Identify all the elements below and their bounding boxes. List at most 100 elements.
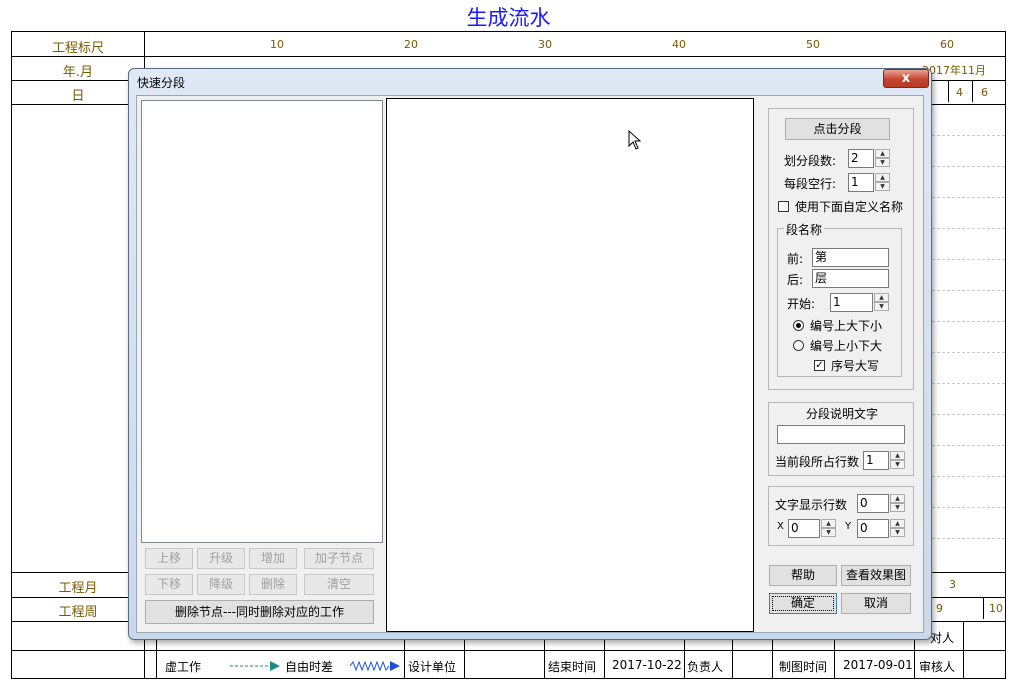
- wavy-arrow-icon: [350, 660, 400, 672]
- grid-line: [932, 445, 1005, 446]
- name-group-legend: 段名称: [784, 221, 825, 238]
- count-value[interactable]: 2: [848, 149, 874, 168]
- rows-occupied-value[interactable]: 1: [863, 451, 889, 470]
- promote-button[interactable]: 升级: [197, 548, 245, 569]
- row-divider: [12, 56, 1005, 57]
- day-divider: [972, 80, 973, 102]
- blank-rows-value[interactable]: 1: [848, 173, 874, 192]
- day-cell: 6: [981, 86, 988, 99]
- row-divider: [12, 650, 1005, 651]
- delete-node-button[interactable]: 删除节点---同时删除对应的工作: [145, 600, 374, 624]
- radio-small-big[interactable]: [793, 340, 804, 351]
- split-button[interactable]: 点击分段: [785, 118, 890, 140]
- grid-line: [932, 166, 1005, 167]
- page-title: 生成流水: [466, 6, 551, 30]
- scale-tick: 50: [806, 38, 820, 51]
- grid-line: [932, 507, 1005, 508]
- rows-occupied-spinner[interactable]: 1 ▲ ▼: [863, 451, 905, 470]
- quick-segment-dialog: 快速分段 x 上移 升级 增加 加子节点 下移 降级 删除 清空 删除节点---…: [128, 68, 932, 640]
- move-up-button[interactable]: 上移: [145, 548, 193, 569]
- spin-up-icon[interactable]: ▲: [890, 519, 905, 528]
- row-label-eng-week: 工程周: [58, 605, 98, 620]
- suffix-input[interactable]: 层: [812, 269, 889, 288]
- prefix-input[interactable]: 第: [812, 248, 889, 267]
- approver-label: 对人: [930, 631, 955, 645]
- clear-button[interactable]: 清空: [304, 574, 374, 595]
- spin-up-icon[interactable]: ▲: [890, 494, 905, 503]
- display-rows-spinner[interactable]: 0 ▲ ▼: [857, 494, 905, 513]
- mouse-cursor-icon: [628, 130, 642, 150]
- row-label-day: 日: [71, 89, 85, 104]
- grid-line: [932, 290, 1005, 291]
- grid-line: [932, 197, 1005, 198]
- radio-small-big-label: 编号上小下大: [810, 339, 883, 353]
- cancel-button[interactable]: 取消: [841, 593, 911, 614]
- preview-grid[interactable]: [386, 98, 754, 632]
- use-custom-name-label: 使用下面自定义名称: [795, 200, 904, 214]
- spin-up-icon[interactable]: ▲: [890, 451, 905, 460]
- uppercase-checkbox[interactable]: ✓: [814, 360, 825, 371]
- y-label: Y: [845, 521, 852, 532]
- grid-line: [932, 414, 1005, 415]
- spin-down-icon[interactable]: ▼: [890, 503, 905, 512]
- blank-rows-spinner[interactable]: 1 ▲ ▼: [848, 173, 890, 192]
- blank-rows-label: 每段空行:: [784, 177, 837, 191]
- end-time-label: 结束时间: [548, 660, 597, 674]
- segment-tree[interactable]: [141, 100, 383, 543]
- grid-line: [932, 135, 1005, 136]
- uppercase-label: 序号大写: [831, 359, 880, 373]
- add-child-button[interactable]: 加子节点: [304, 548, 374, 569]
- spin-down-icon[interactable]: ▼: [875, 158, 890, 167]
- row-label-scale: 工程标尺: [51, 41, 104, 56]
- use-custom-name-checkbox[interactable]: [778, 201, 789, 212]
- eng-month-value: 3: [949, 578, 956, 591]
- spin-up-icon[interactable]: ▲: [874, 293, 889, 302]
- rows-occupied-label: 当前段所占行数: [775, 455, 860, 469]
- eng-week-value: 10: [989, 602, 1003, 615]
- day-cell: 4: [956, 86, 963, 99]
- spin-down-icon[interactable]: ▼: [890, 528, 905, 537]
- spin-down-icon[interactable]: ▼: [821, 528, 836, 537]
- responsible-label: 负责人: [687, 660, 724, 674]
- drawing-time-label: 制图时间: [779, 660, 828, 674]
- start-label: 开始:: [787, 297, 816, 311]
- add-button[interactable]: 增加: [249, 548, 297, 569]
- count-spinner[interactable]: 2 ▲ ▼: [848, 149, 890, 168]
- radio-big-small-label: 编号上大下小: [810, 319, 883, 333]
- ok-button[interactable]: 确定: [769, 593, 837, 614]
- start-spinner[interactable]: 1 ▲ ▼: [830, 293, 889, 312]
- dialog-title: 快速分段: [137, 76, 186, 90]
- y-value[interactable]: 0: [857, 519, 889, 538]
- demote-button[interactable]: 降级: [197, 574, 245, 595]
- x-spinner[interactable]: 0 ▲ ▼: [788, 519, 836, 538]
- design-unit-label: 设计单位: [408, 660, 457, 674]
- spin-up-icon[interactable]: ▲: [875, 149, 890, 158]
- spin-down-icon[interactable]: ▼: [890, 460, 905, 469]
- close-button[interactable]: x: [883, 69, 929, 88]
- grid-line: [932, 259, 1005, 260]
- start-value[interactable]: 1: [830, 293, 873, 312]
- scale-tick: 10: [270, 38, 284, 51]
- preview-button[interactable]: 查看效果图: [841, 565, 911, 586]
- x-value[interactable]: 0: [788, 519, 820, 538]
- grid-line: [932, 538, 1005, 539]
- y-spinner[interactable]: 0 ▲ ▼: [857, 519, 905, 538]
- spin-down-icon[interactable]: ▼: [874, 302, 889, 311]
- row-label-year-month: 年.月: [62, 65, 94, 80]
- delete-button[interactable]: 删除: [249, 574, 297, 595]
- spin-down-icon[interactable]: ▼: [875, 182, 890, 191]
- count-label: 划分段数:: [784, 154, 837, 168]
- description-title: 分段说明文字: [806, 407, 879, 421]
- grid-line: [932, 352, 1005, 353]
- move-down-button[interactable]: 下移: [145, 574, 193, 595]
- suffix-label: 后:: [787, 273, 804, 287]
- spin-up-icon[interactable]: ▲: [821, 519, 836, 528]
- close-icon: x: [901, 71, 911, 86]
- row-label-eng-month: 工程月: [58, 581, 98, 596]
- description-input[interactable]: [777, 425, 905, 444]
- display-rows-value[interactable]: 0: [857, 494, 889, 513]
- dashed-arrow-icon: [230, 661, 280, 671]
- help-button[interactable]: 帮助: [769, 565, 837, 586]
- spin-up-icon[interactable]: ▲: [875, 173, 890, 182]
- radio-big-small[interactable]: [793, 320, 804, 331]
